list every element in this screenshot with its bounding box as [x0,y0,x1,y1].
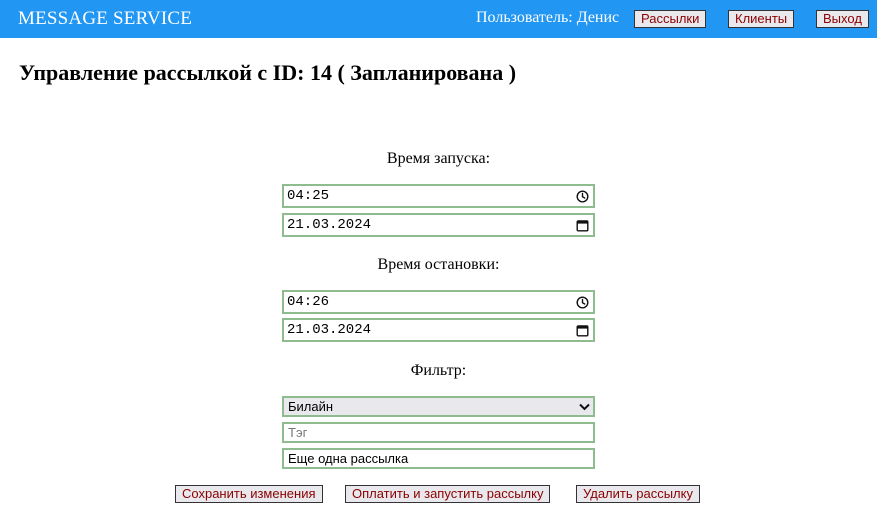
operator-select[interactable]: Билайн [282,396,595,417]
start-time-label: Время запуска: [386,150,491,167]
nav-mailings-button[interactable]: Рассылки [634,10,707,28]
filter-label: Фильтр: [410,362,467,379]
operator-selected-value: Билайн [288,399,334,414]
page-title: Управление рассылкой с ID: 14 ( Запланир… [19,60,517,85]
stop-time-label: Время остановки: [377,256,500,273]
calendar-icon[interactable] [571,320,593,340]
start-time-input[interactable]: 04:25 [282,184,595,208]
clock-icon[interactable] [571,292,593,312]
start-date-input[interactable]: 21.03.2024 [282,213,595,237]
current-user: Пользователь: Денис [476,9,620,26]
stop-date-input[interactable]: 21.03.2024 [282,318,595,342]
stop-time-input[interactable]: 04:26 [282,290,595,314]
nav-clients-button[interactable]: Клиенты [728,10,795,28]
start-time-value: 04:25 [287,188,330,204]
clock-icon[interactable] [571,186,593,206]
pay-and-launch-button[interactable]: Оплатить и запустить рассылку [345,485,551,503]
stop-time-value: 04:26 [287,294,330,310]
chevron-down-icon [575,398,593,415]
stop-date-value: 21.03.2024 [287,322,372,338]
calendar-icon[interactable] [571,215,593,235]
delete-mailing-button[interactable]: Удалить рассылку [576,485,700,503]
start-date-value: 21.03.2024 [287,217,372,233]
logout-button[interactable]: Выход [816,10,869,28]
save-changes-button[interactable]: Сохранить изменения [175,485,323,503]
top-bar: MESSAGE SERVICE Пользователь: Денис Расс… [0,0,877,38]
mailing-name-input[interactable] [282,448,595,469]
tag-input[interactable] [282,422,595,443]
brand-title: MESSAGE SERVICE [18,8,193,29]
